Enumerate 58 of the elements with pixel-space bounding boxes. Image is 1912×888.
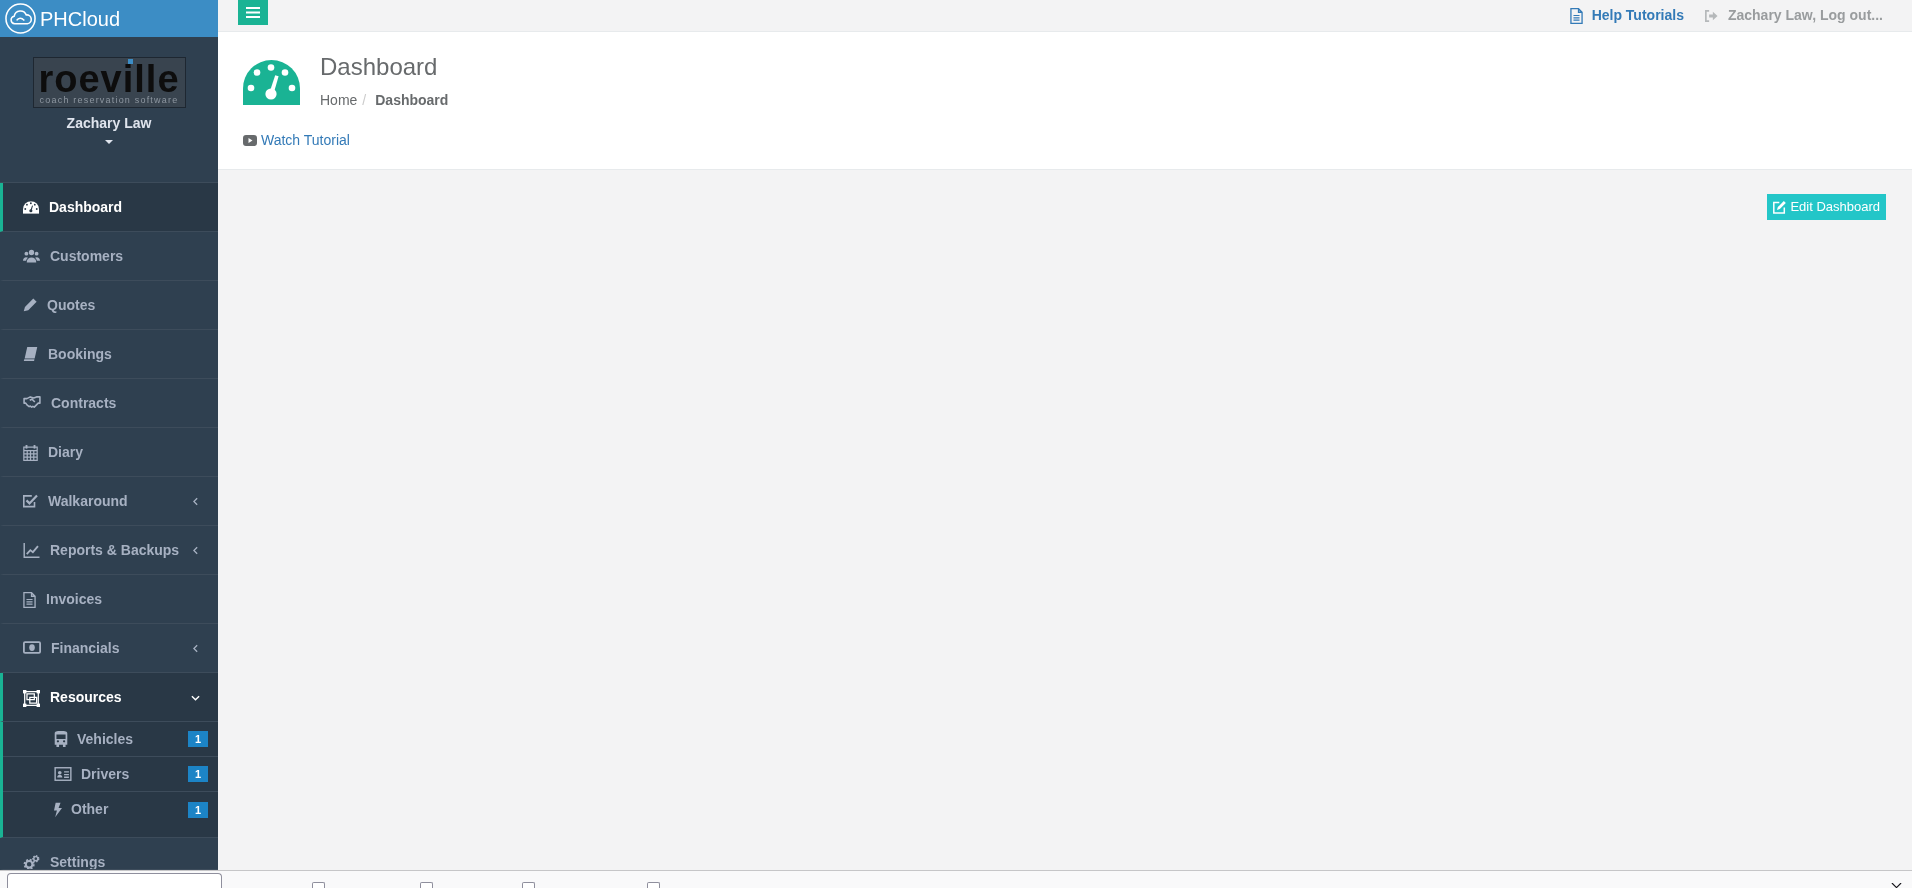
sidebar-item[interactable]: Resources <box>0 673 218 722</box>
bus-icon <box>54 731 68 747</box>
sidebar-item[interactable]: Reports & Backups <box>0 526 218 575</box>
sidebar-item[interactable]: Invoices <box>0 575 218 624</box>
bolt-icon <box>54 801 62 818</box>
sidebar-item[interactable]: Diary <box>0 428 218 477</box>
id-card-icon <box>54 767 72 781</box>
submenu-item[interactable]: Drivers 1 <box>3 757 218 792</box>
menu-icon <box>246 7 260 18</box>
gauge-icon <box>243 60 300 105</box>
count-badge: 1 <box>187 766 208 782</box>
logo-tagline: coach reservation software <box>39 94 179 106</box>
logo-wordmark: roeville <box>38 64 180 94</box>
sidebar-item[interactable]: Dashboard <box>0 183 218 232</box>
line-chart-icon <box>23 543 40 558</box>
gears-icon <box>23 855 40 869</box>
square-icon <box>127 59 133 64</box>
sidebar-item[interactable]: Walkaround <box>0 477 218 526</box>
gauge-icon <box>23 201 39 214</box>
banknote-icon <box>23 641 41 654</box>
submenu-item[interactable]: Vehicles 1 <box>3 722 218 757</box>
checked-square-icon <box>23 494 38 508</box>
submenu-item[interactable]: Other 1 <box>3 792 218 827</box>
user-menu-button[interactable]: Zachary Law <box>66 114 152 144</box>
checkbox[interactable] <box>522 882 535 888</box>
checkbox[interactable] <box>647 882 660 888</box>
page-title: Dashboard <box>320 52 439 81</box>
cloud-logo-icon <box>5 3 36 34</box>
frames-icon <box>23 690 40 707</box>
help-link[interactable]: Help Tutorials <box>1569 5 1684 26</box>
pencil-icon <box>23 298 37 312</box>
count-badge: 1 <box>187 801 208 818</box>
watch-tutorial-link[interactable]: Watch Tutorial <box>243 130 350 150</box>
breadcrumb-link[interactable]: Home <box>320 90 358 110</box>
sign-out-icon <box>1703 9 1718 22</box>
document-icon <box>1569 7 1583 24</box>
sidebar-item[interactable]: Contracts <box>0 379 218 428</box>
count-badge: 1 <box>187 731 208 747</box>
calendar-icon <box>23 445 38 461</box>
logout-link[interactable]: Zachary Law, Log out... <box>1703 5 1883 26</box>
users-icon <box>23 249 40 263</box>
handshake-icon <box>23 396 41 408</box>
caret-down-icon <box>105 140 113 144</box>
menu-button[interactable] <box>238 0 268 25</box>
sidebar-item[interactable]: Quotes <box>0 281 218 330</box>
document-icon <box>23 592 36 608</box>
sidebar-item[interactable]: Bookings <box>0 330 218 379</box>
close-icon <box>1891 883 1902 888</box>
checkbox[interactable] <box>420 882 433 888</box>
checkbox[interactable] <box>312 882 325 888</box>
sidebar-item[interactable]: Customers <box>0 232 218 281</box>
brand-name: PHCloud <box>40 6 121 31</box>
find-input[interactable] <box>7 873 222 888</box>
book-icon <box>23 347 38 361</box>
breadcrumb-current: Dashboard <box>375 91 449 110</box>
edit-icon <box>1773 200 1787 214</box>
video-play-icon <box>243 134 257 146</box>
breadcrumb-separator: / <box>362 91 367 110</box>
